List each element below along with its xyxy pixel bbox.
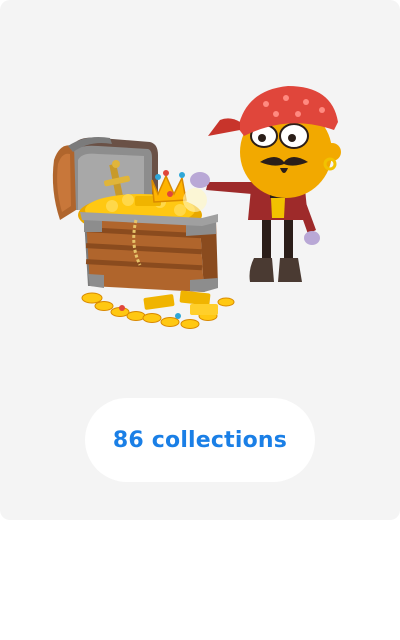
treasure-chest-icon [52,137,235,329]
collections-card[interactable]: 86 collections [0,0,400,520]
treasure-illustration [52,86,341,329]
collections-button[interactable]: 86 collections [85,398,315,482]
collections-count-label: 86 collections [112,427,288,453]
